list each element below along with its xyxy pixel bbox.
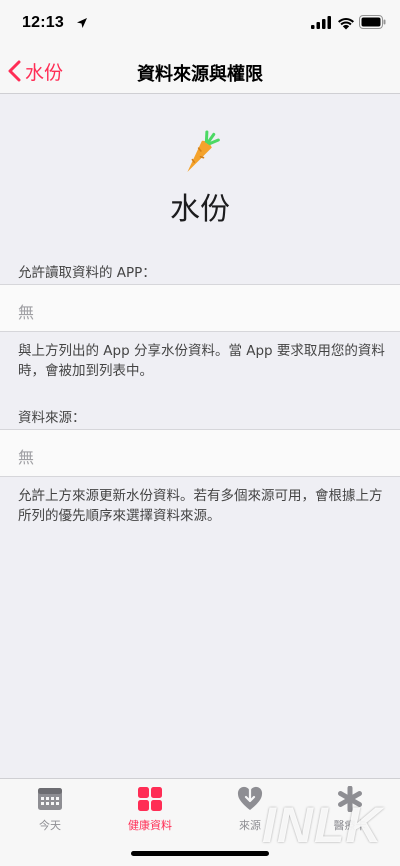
data-sources-cell: 無	[0, 429, 400, 477]
watermark-logo: INLK	[262, 797, 383, 853]
tab-today-label: 今天	[39, 819, 61, 832]
data-sources-value: 無	[18, 448, 35, 467]
page-title: 資料來源與權限	[137, 64, 263, 85]
tab-health-data[interactable]: 健康資料	[100, 779, 200, 839]
tab-health-data-label: 健康資料	[128, 819, 172, 832]
data-type-title: 水份	[170, 192, 230, 227]
tab-today[interactable]: 今天	[0, 779, 100, 839]
health-data-grid-icon	[138, 787, 162, 811]
home-indicator	[131, 851, 269, 856]
read-apps-cell: 無	[0, 284, 400, 332]
read-apps-header: 允許讀取資料的 APP：	[18, 265, 156, 281]
wifi-icon	[338, 18, 354, 30]
today-calendar-icon	[38, 788, 62, 810]
battery-icon	[359, 15, 386, 29]
read-apps-value: 無	[18, 303, 35, 322]
read-apps-footer: 與上方列出的 App 分享水份資料。當 App 要求取用您的資料時，會被加到列表…	[18, 343, 385, 379]
data-sources-footer: 允許上方來源更新水份資料。若有多個來源可用，會根據上方所列的優先順序來選擇資料來…	[18, 488, 383, 524]
location-arrow-icon	[77, 18, 87, 28]
navigation-bar: 水份 資料來源與權限	[0, 48, 400, 94]
data-sources-header: 資料來源：	[18, 410, 86, 426]
carrot-icon	[187, 130, 220, 173]
cellular-signal-icon	[311, 16, 331, 29]
status-time: 12:13	[22, 14, 64, 31]
status-bar: 12:13	[0, 0, 400, 48]
sources-heart-icon	[237, 786, 263, 810]
